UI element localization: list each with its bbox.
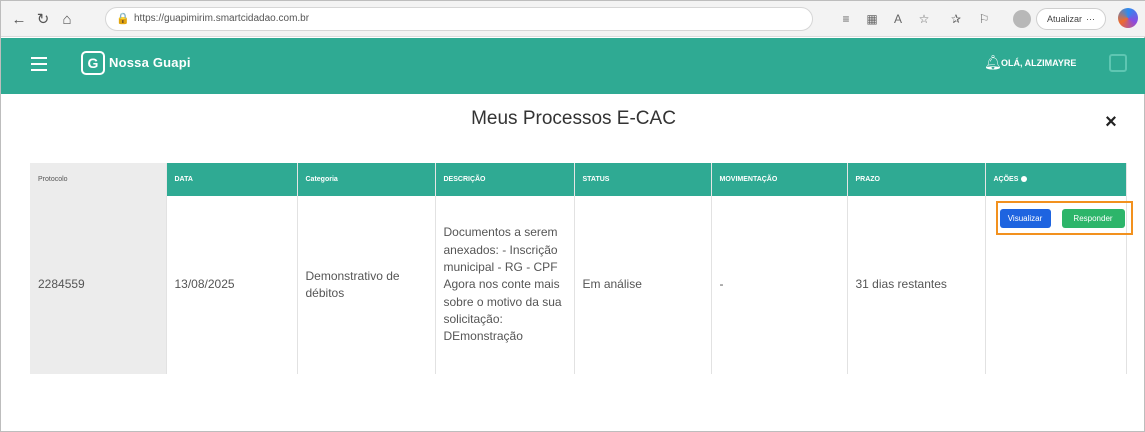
header-status: STATUS (574, 163, 712, 196)
refresh-icon[interactable]: ↻ (33, 9, 53, 29)
bell-icon[interactable]: 🔔︎ (984, 54, 1002, 71)
cell-status: Em análise (574, 196, 712, 374)
header-prazo: PRAZO (847, 163, 986, 196)
info-icon[interactable] (1021, 176, 1028, 183)
favorites-icon[interactable]: ✰ (947, 10, 965, 28)
logout-icon[interactable] (1109, 54, 1127, 72)
table-header-row: Protocolo DATA Categoria DESCRIÇÃO STATU… (30, 163, 1127, 196)
header-movimentacao: MOVIMENTAÇÃO (711, 163, 848, 196)
table-row: 2284559 13/08/2025 Demonstrativo de débi… (30, 196, 1133, 374)
extensions-icon[interactable]: ⚐ (975, 10, 993, 28)
update-button[interactable]: Atualizar ··· (1036, 8, 1106, 30)
logo-icon[interactable]: G (81, 51, 105, 75)
header-acoes: AÇÕES (985, 163, 1127, 196)
reader-icon[interactable]: ≡ (837, 10, 855, 28)
header-data: DATA (166, 163, 298, 196)
cell-movimentacao: - (711, 196, 848, 374)
cell-descricao: Documentos a serem anexados: - Inscrição… (435, 196, 575, 374)
visualizar-button[interactable]: Visualizar (999, 209, 1051, 228)
brand-name[interactable]: Nossa Guapi (109, 55, 191, 70)
cell-categoria: Demonstrativo de débitos (297, 196, 436, 374)
screenshot-frame: ← ↻ ⌂ 🔒 https://guapimirim.smartcidadao.… (0, 0, 1145, 432)
app-header: G Nossa Guapi 🔔︎ OLÁ, ALZIMAYRE (1, 38, 1145, 94)
address-bar[interactable]: 🔒 https://guapimirim.smartcidadao.com.br (105, 7, 813, 31)
cell-acoes: Visualizar Responder (985, 196, 1133, 374)
copilot-icon[interactable] (1118, 8, 1138, 28)
profile-avatar[interactable] (1013, 10, 1031, 28)
url-text: https://guapimirim.smartcidadao.com.br (134, 13, 310, 24)
header-protocolo: Protocolo (30, 163, 167, 196)
more-icon: ··· (1086, 14, 1095, 24)
cell-prazo: 31 dias restantes (847, 196, 986, 374)
favorite-icon[interactable]: ☆ (915, 10, 933, 28)
header-descricao: DESCRIÇÃO (435, 163, 575, 196)
cell-protocolo: 2284559 (30, 196, 167, 374)
apps-icon[interactable]: ▦ (863, 10, 881, 28)
back-icon[interactable]: ← (9, 9, 29, 29)
user-greeting[interactable]: OLÁ, ALZIMAYRE (1001, 58, 1076, 68)
browser-toolbar: ← ↻ ⌂ 🔒 https://guapimirim.smartcidadao.… (1, 1, 1145, 37)
modal-title: Meus Processos E-CAC (471, 108, 676, 129)
processes-table: Protocolo DATA Categoria DESCRIÇÃO STATU… (30, 163, 1133, 374)
actions-highlight: Visualizar Responder (995, 201, 1133, 235)
lock-icon: 🔒 (116, 13, 130, 25)
read-aloud-icon[interactable]: A (889, 10, 907, 28)
header-acoes-label: AÇÕES (993, 176, 1019, 183)
update-label: Atualizar (1046, 14, 1082, 24)
responder-button[interactable]: Responder (1061, 209, 1125, 228)
header-categoria: Categoria (297, 163, 436, 196)
close-icon[interactable]: × (1099, 110, 1123, 134)
cell-data: 13/08/2025 (166, 196, 298, 374)
home-icon[interactable]: ⌂ (57, 9, 77, 29)
menu-icon[interactable] (31, 57, 47, 71)
